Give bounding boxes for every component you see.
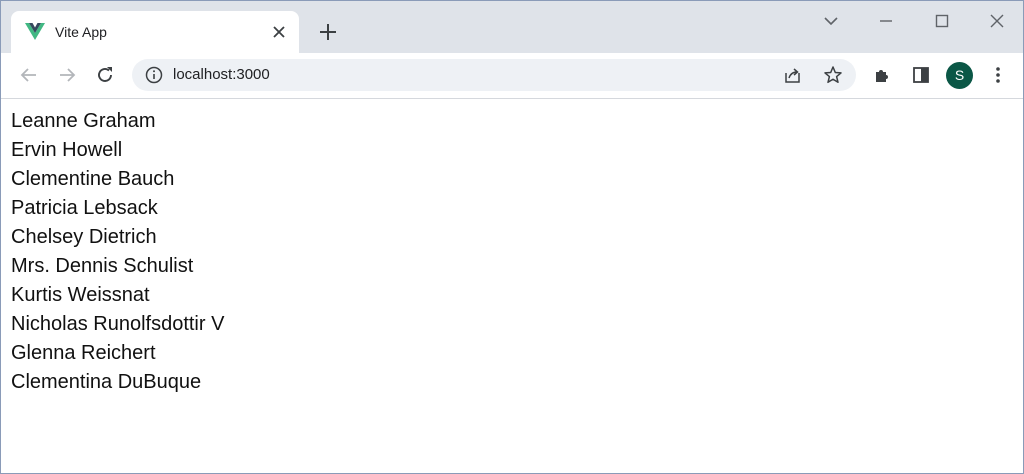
active-tab[interactable]: Vite App	[11, 11, 299, 53]
extensions-puzzle-icon[interactable]	[871, 63, 895, 87]
list-item: Kurtis Weissnat	[11, 284, 150, 306]
list-item: Leanne Graham	[11, 110, 156, 132]
list-item: Ervin Howell	[11, 139, 123, 161]
url-text[interactable]: localhost:3000	[173, 66, 270, 83]
maximize-icon[interactable]	[930, 9, 954, 33]
address-bar[interactable]: localhost:3000	[132, 59, 856, 91]
list-item: Clementine Bauch	[11, 168, 175, 190]
list-item: Mrs. Dennis Schulist	[11, 255, 194, 277]
share-icon[interactable]	[782, 64, 804, 86]
bookmark-star-icon[interactable]	[822, 64, 844, 86]
more-menu-icon[interactable]	[986, 63, 1010, 87]
reload-icon[interactable]	[93, 63, 117, 87]
side-panel-icon[interactable]	[909, 63, 933, 87]
profile-avatar[interactable]: S	[946, 62, 973, 89]
close-tab-icon[interactable]	[269, 22, 289, 42]
back-arrow-icon[interactable]	[17, 63, 41, 87]
vue-logo-icon	[25, 23, 45, 41]
forward-arrow-icon[interactable]	[55, 63, 79, 87]
page-content: Leanne Graham Ervin Howell Clementine Ba…	[1, 99, 1023, 473]
site-info-icon[interactable]	[144, 65, 164, 85]
browser-window: Vite App localhost:3000 S Leanne Graham …	[0, 0, 1024, 474]
user-list: Leanne Graham Ervin Howell Clementine Ba…	[1, 99, 1023, 399]
browser-toolbar: localhost:3000 S	[1, 53, 1023, 99]
new-tab-icon[interactable]	[317, 21, 339, 43]
list-item: Nicholas Runolfsdottir V	[11, 313, 225, 335]
list-item: Glenna Reichert	[11, 342, 156, 364]
list-item: Patricia Lebsack	[11, 197, 158, 219]
list-item: Chelsey Dietrich	[11, 226, 157, 248]
tab-strip: Vite App	[1, 1, 1023, 53]
list-item: Clementina DuBuque	[11, 371, 202, 393]
tab-title: Vite App	[55, 24, 107, 40]
minimize-icon[interactable]	[874, 9, 898, 33]
tab-search-chevron-icon[interactable]	[819, 9, 843, 33]
close-window-icon[interactable]	[985, 9, 1009, 33]
